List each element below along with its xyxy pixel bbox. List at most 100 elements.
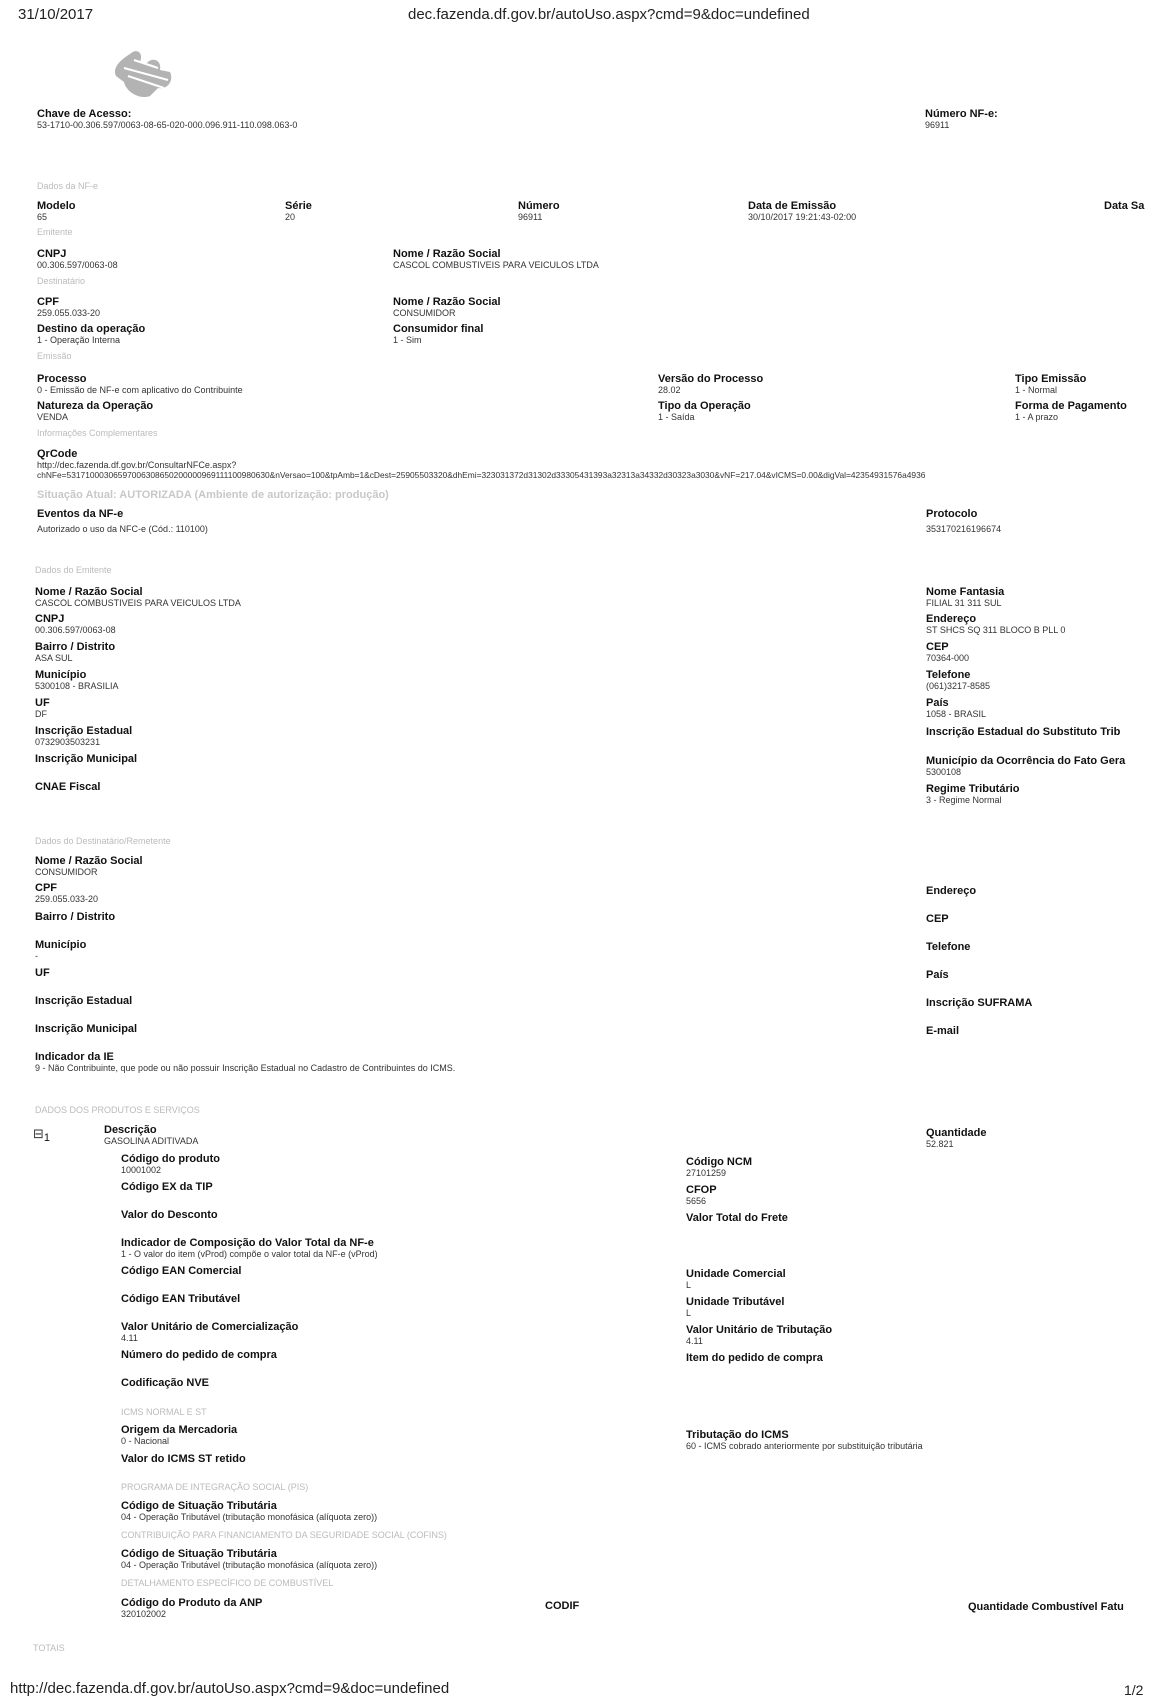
emit-cnae: CNAE Fiscal	[35, 781, 101, 793]
item-toggle[interactable]: ⊟1	[33, 1125, 50, 1144]
icms-origem: Origem da Mercadoria 0 - Nacional	[121, 1424, 238, 1446]
section-produtos: DADOS DOS PRODUTOS E SERVIÇOS	[35, 1105, 200, 1115]
produto-frete: Valor Total do Frete	[686, 1212, 788, 1224]
section-dados-emitente: Dados do Emitente	[35, 565, 112, 575]
combustivel-quantidade: Quantidade Combustível Fatu	[968, 1601, 1124, 1613]
sefaz-logo	[110, 46, 182, 107]
dest-cep: CEP	[926, 913, 949, 925]
emit-nome: Nome / Razão Social CASCOL COMBUSTIVEIS …	[35, 586, 241, 608]
natureza-operacao: Natureza da Operação VENDA	[37, 400, 154, 422]
data-emissao: Data de Emissão 30/10/2017 19:21:43-02:0…	[748, 200, 857, 222]
pis-cst: Código de Situação Tributária 04 - Opera…	[121, 1500, 378, 1522]
dest-ie: Inscrição Estadual	[35, 995, 133, 1007]
tipo-operacao: Tipo da Operação 1 - Saída	[658, 400, 751, 422]
produto-ean-comercial: Código EAN Comercial	[121, 1265, 242, 1277]
produto-ex-tip: Código EX da TIP	[121, 1181, 213, 1193]
section-icms: ICMS NORMAL E ST	[121, 1407, 207, 1417]
dest-telefone: Telefone	[926, 941, 971, 953]
section-combustivel: DETALHAMENTO ESPECÍFICO DE COMBUSTÍVEL	[121, 1578, 334, 1588]
dest-cpf: CPF 259.055.033-20	[37, 296, 101, 318]
dest-im: Inscrição Municipal	[35, 1023, 138, 1035]
icms-tributacao: Tributação do ICMS 60 - ICMS cobrado ant…	[686, 1429, 923, 1451]
icms-st-retido: Valor do ICMS ST retido	[121, 1453, 246, 1465]
emit-uf: UF DF	[35, 697, 50, 719]
dest-indicador-ie: Indicador da IE 9 - Não Contribuinte, qu…	[35, 1051, 456, 1073]
data-saida: Data Sa	[1104, 200, 1145, 212]
emitente-cnpj: CNPJ 00.306.597/0063-08	[37, 248, 118, 270]
combustivel-anp: Código do Produto da ANP 320102002	[121, 1597, 263, 1619]
produto-cfop: CFOP 5656	[686, 1184, 717, 1206]
emit-ie-st: Inscrição Estadual do Substituto Trib	[926, 726, 1121, 738]
dest-email: E-mail	[926, 1025, 960, 1037]
print-date: 31/10/2017	[18, 6, 94, 23]
serie: Série 20	[285, 200, 312, 222]
qrcode: QrCode http://dec.fazenda.df.gov.br/Cons…	[37, 448, 926, 480]
dest-municipio: Município -	[35, 939, 87, 961]
tipo-emissao: Tipo Emissão 1 - Normal	[1015, 373, 1087, 395]
combustivel-codif: CODIF	[545, 1600, 580, 1612]
section-dados-nfe: Dados da NF-e	[37, 181, 99, 191]
emit-cep: CEP 70364-000	[926, 641, 970, 663]
forma-pagamento: Forma de Pagamento 1 - A prazo	[1015, 400, 1127, 422]
situacao-atual: Situação Atual: AUTORIZADA (Ambiente de …	[37, 489, 389, 501]
produto-item-pedido: Item do pedido de compra	[686, 1352, 823, 1364]
produto-desconto: Valor do Desconto	[121, 1209, 218, 1221]
versao-processo: Versão do Processo 28.02	[658, 373, 764, 395]
processo: Processo 0 - Emissão de NF-e com aplicat…	[37, 373, 243, 395]
destino-operacao: Destino da operação 1 - Operação Interna	[37, 323, 146, 345]
emit-telefone: Telefone (061)3217-8585	[926, 669, 991, 691]
collapse-icon: ⊟	[33, 1127, 44, 1142]
emit-municipio-fato: Município da Ocorrência do Fato Gera 530…	[926, 755, 1126, 777]
produto-valor-unitario-com: Valor Unitário de Comercialização 4.11	[121, 1321, 299, 1343]
produto-indicador: Indicador de Composição do Valor Total d…	[121, 1237, 378, 1259]
dest-nome: Nome / Razão Social CONSUMIDOR	[393, 296, 501, 318]
emit-municipio: Município 5300108 - BRASILIA	[35, 669, 119, 691]
consumidor-final: Consumidor final 1 - Sim	[393, 323, 484, 345]
section-emitente-mini: Emitente	[37, 227, 73, 237]
emit-im: Inscrição Municipal	[35, 753, 138, 765]
emit-fantasia: Nome Fantasia FILIAL 31 311 SUL	[926, 586, 1005, 608]
produto-valor-unitario-trib: Valor Unitário de Tributação 4.11	[686, 1324, 833, 1346]
produto-pedido-compra: Número do pedido de compra	[121, 1349, 277, 1361]
section-dados-destinatario: Dados do Destinatário/Remetente	[35, 836, 171, 846]
modelo: Modelo 65	[37, 200, 76, 222]
cofins-cst: Código de Situação Tributária 04 - Opera…	[121, 1548, 378, 1570]
dest-bairro: Bairro / Distrito	[35, 911, 116, 923]
chave-acesso: Chave de Acesso: 53-1710-00.306.597/0063…	[37, 108, 298, 130]
print-url-bottom: http://dec.fazenda.df.gov.br/autoUso.asp…	[10, 1680, 450, 1697]
produto-ean-tributavel: Código EAN Tributável	[121, 1293, 241, 1305]
produto-nve: Codificação NVE	[121, 1377, 210, 1389]
emit-ie: Inscrição Estadual 0732903503231	[35, 725, 133, 747]
section-cofins: CONTRIBUIÇÃO PARA FINANCIAMENTO DA SEGUR…	[121, 1530, 447, 1540]
produto-unidade-comercial: Unidade Comercial L	[686, 1268, 786, 1290]
eventos-nfe: Eventos da NF-e Autorizado o uso da NFC-…	[37, 508, 208, 534]
section-info-complementares: Informações Complementares	[37, 428, 158, 438]
dest-uf: UF	[35, 967, 50, 979]
emit-endereco: Endereço ST SHCS SQ 311 BLOCO B PLL 0	[926, 613, 1066, 635]
numero: Número 96911	[518, 200, 560, 222]
protocolo: Protocolo 353170216196674	[926, 508, 1002, 534]
produto-quantidade: Quantidade 52.821	[926, 1127, 987, 1149]
print-url-top: dec.fazenda.df.gov.br/autoUso.aspx?cmd=9…	[408, 6, 810, 23]
produto-unidade-tributavel: Unidade Tributável L	[686, 1296, 785, 1318]
emit-bairro: Bairro / Distrito ASA SUL	[35, 641, 116, 663]
produto-codigo: Código do produto 10001002	[121, 1153, 220, 1175]
print-page-number: 1/2	[1124, 1682, 1144, 1698]
emit-cnpj: CNPJ 00.306.597/0063-08	[35, 613, 116, 635]
dest-cpf-full: CPF 259.055.033-20	[35, 882, 99, 904]
dest-endereco: Endereço	[926, 885, 977, 897]
dest-suframa: Inscrição SUFRAMA	[926, 997, 1033, 1009]
emitente-nome: Nome / Razão Social CASCOL COMBUSTIVEIS …	[393, 248, 599, 270]
section-emissao: Emissão	[37, 351, 72, 361]
section-destinatario-mini: Destinatário	[37, 276, 86, 286]
produto-ncm: Código NCM 27101259	[686, 1156, 752, 1178]
emit-pais: País 1058 - BRASIL	[926, 697, 987, 719]
section-pis: PROGRAMA DE INTEGRAÇÃO SOCIAL (PIS)	[121, 1482, 309, 1492]
dest-nome-full: Nome / Razão Social CONSUMIDOR	[35, 855, 143, 877]
emit-regime: Regime Tributário 3 - Regime Normal	[926, 783, 1020, 805]
item-number: 1	[43, 1132, 51, 1144]
numero-nfe: Número NF-e: 96911	[925, 108, 998, 130]
produto-descricao: Descrição GASOLINA ADITIVADA	[104, 1124, 199, 1146]
section-totais: TOTAIS	[33, 1643, 65, 1653]
dest-pais: País	[926, 969, 949, 981]
